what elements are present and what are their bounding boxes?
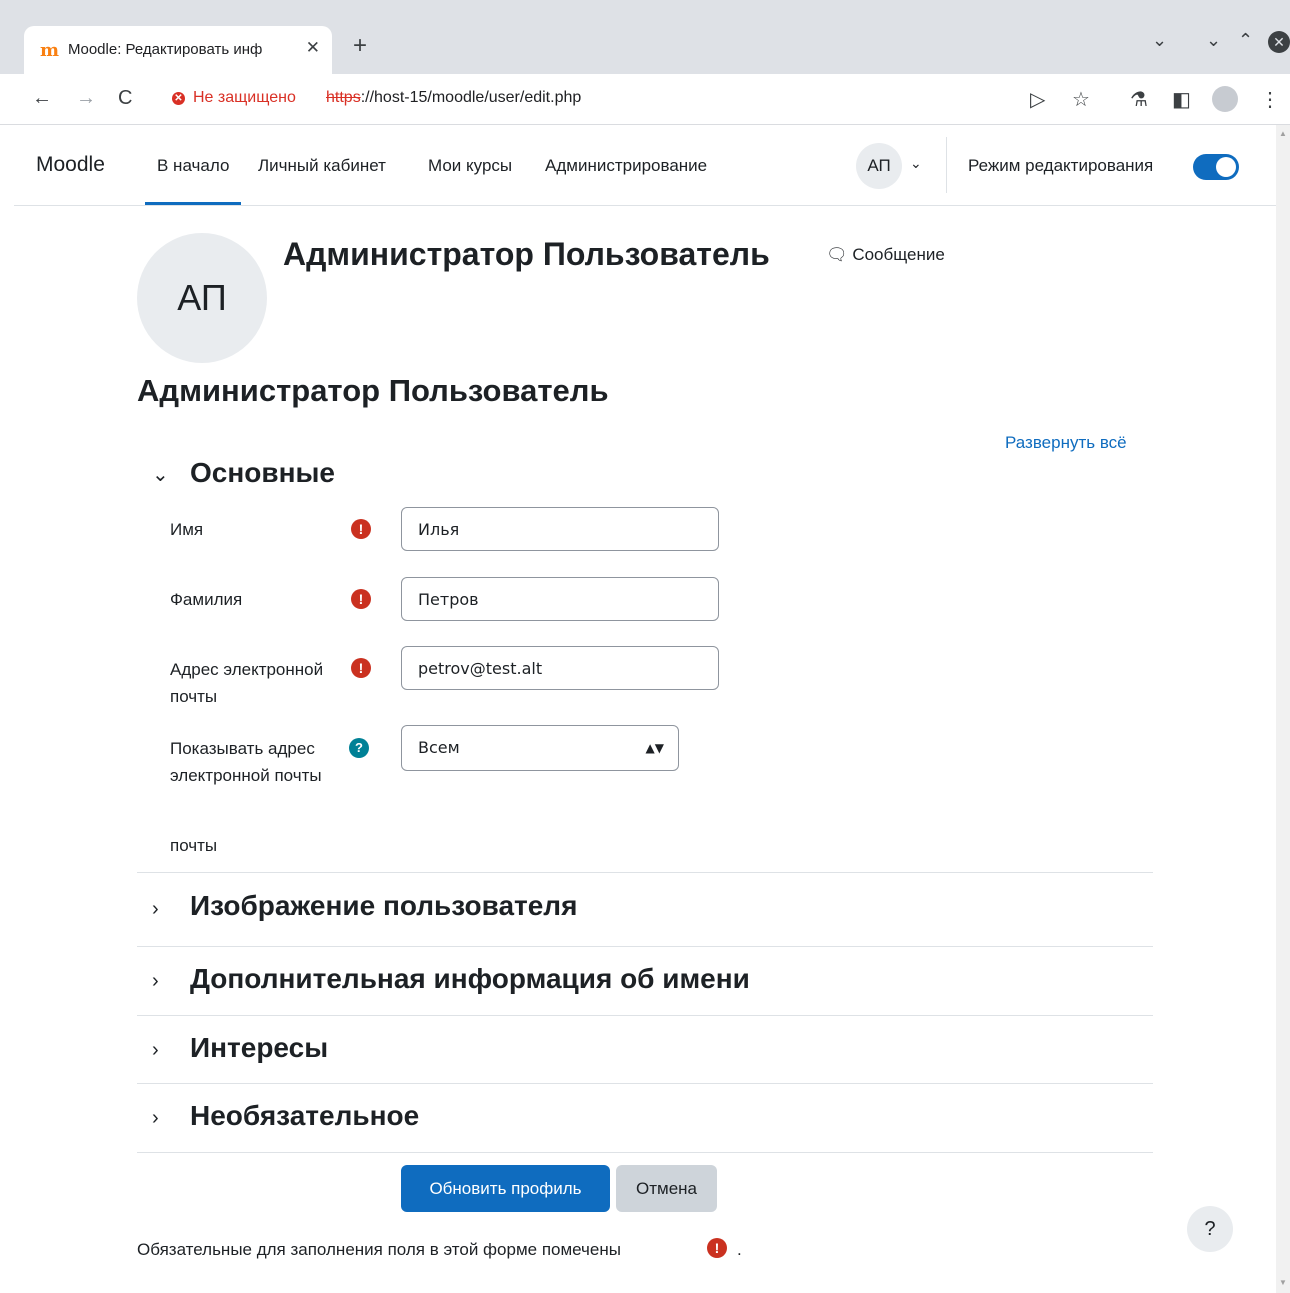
email-display-value: Всем [418, 738, 460, 757]
back-icon[interactable]: ← [32, 87, 52, 110]
first-name-label: Имя [170, 520, 204, 539]
divider [946, 137, 947, 193]
profile-avatar-icon[interactable] [1212, 86, 1238, 112]
email-input[interactable]: petrov@test.alt [401, 646, 719, 690]
section-general-title[interactable]: Основные [190, 457, 335, 489]
first-name-input[interactable]: Илья [401, 507, 719, 551]
nav-my-courses[interactable]: Мои курсы [428, 156, 512, 176]
edit-mode-toggle[interactable] [1193, 154, 1239, 180]
required-icon: ! [351, 658, 371, 678]
select-arrows-icon: ▲▼ [645, 741, 664, 755]
tab-search-icon[interactable]: ⌄ [1152, 30, 1167, 51]
email-label: Адрес электронной почты [170, 660, 324, 706]
scroll-down-icon[interactable]: ▼ [1279, 1278, 1287, 1287]
nav-dashboard[interactable]: Личный кабинет [258, 156, 386, 176]
last-name-input[interactable]: Петров [401, 577, 719, 621]
bookmark-star-icon[interactable]: ☆ [1072, 87, 1090, 112]
section-name-info-title[interactable]: Дополнительная информация об имени [190, 963, 750, 995]
divider [137, 1152, 1153, 1153]
email-display-label: Показывать адрес электронной почты [170, 739, 322, 785]
cancel-button[interactable]: Отмена [616, 1165, 717, 1212]
divider [137, 946, 1153, 947]
moodle-navbar: Moodle В начало Личный кабинет Мои курсы… [14, 125, 1276, 206]
menu-kebab-icon[interactable]: ⋮ [1260, 87, 1280, 112]
labs-flask-icon[interactable]: ⚗ [1130, 87, 1148, 112]
required-note: Обязательные для заполнения поля в этой … [137, 1240, 621, 1259]
tab-title: Moodle: Редактировать инф [68, 41, 263, 58]
page-heading: Администратор Пользователь [137, 373, 609, 408]
nav-administration[interactable]: Администрирование [545, 156, 707, 176]
chevron-right-icon[interactable]: › [152, 970, 159, 993]
section-user-picture-title[interactable]: Изображение пользователя [190, 890, 577, 922]
close-tab-icon[interactable]: ✕ [306, 38, 320, 58]
help-icon[interactable]: ? [349, 738, 369, 758]
browser-tab[interactable]: m Moodle: Редактировать инф ✕ [24, 26, 332, 74]
close-window-icon[interactable]: ✕ [1268, 31, 1290, 53]
divider [137, 1083, 1153, 1084]
minimize-icon[interactable]: ⌄ [1206, 30, 1221, 51]
side-panel-icon[interactable]: ◧ [1172, 87, 1191, 112]
url-path: ://host-15/moodle/user/edit.php [360, 89, 582, 106]
divider [137, 1015, 1153, 1016]
chevron-right-icon[interactable]: › [152, 898, 159, 921]
maximize-icon[interactable]: ⌃ [1238, 30, 1253, 51]
divider [137, 872, 1153, 873]
chevron-down-icon[interactable]: ⌄ [152, 462, 169, 487]
reload-icon[interactable]: C [118, 87, 132, 110]
user-fullname: Администратор Пользователь [283, 236, 770, 272]
nav-home[interactable]: В начало [144, 156, 242, 205]
browser-tabstrip: m Moodle: Редактировать инф ✕ + ⌄ ⌄ ⌃ ✕ [0, 0, 1290, 74]
section-optional-title[interactable]: Необязательное [190, 1100, 419, 1132]
message-label: Сообщение [852, 245, 945, 264]
message-button[interactable]: 🗨 Сообщение [826, 245, 945, 265]
user-avatar: АП [137, 233, 267, 363]
url-scheme: https [326, 89, 361, 106]
expand-all-link[interactable]: Развернуть всё [1005, 433, 1127, 453]
new-tab-button[interactable]: + [353, 32, 367, 60]
user-menu-avatar[interactable]: АП [856, 143, 902, 189]
update-profile-button[interactable]: Обновить профиль [401, 1165, 610, 1212]
chevron-right-icon[interactable]: › [152, 1039, 159, 1062]
browser-toolbar: ← → C ✕ Не защищено https://host-15/mood… [0, 74, 1290, 125]
required-icon: ! [707, 1238, 727, 1258]
required-note-end: . [737, 1240, 742, 1259]
required-icon: ! [351, 519, 371, 539]
section-interests-title[interactable]: Интересы [190, 1032, 328, 1064]
message-bubble-icon: 🗨 [826, 245, 848, 264]
chevron-right-icon[interactable]: › [152, 1107, 159, 1130]
page-scrollbar[interactable]: ▲ ▼ [1276, 125, 1290, 1293]
address-bar[interactable]: https://host-15/moodle/user/edit.php [326, 89, 581, 107]
send-icon[interactable]: ▷ [1030, 87, 1045, 112]
moodle-favicon-icon: m [40, 40, 60, 61]
required-icon: ! [351, 589, 371, 609]
not-secure-label[interactable]: Не защищено [193, 89, 296, 107]
brand-logo[interactable]: Moodle [36, 153, 105, 177]
edit-mode-label: Режим редактирования [968, 156, 1154, 175]
forward-icon[interactable]: → [76, 87, 96, 110]
scroll-up-icon[interactable]: ▲ [1279, 129, 1287, 138]
email-display-label-extra: почты [170, 836, 218, 855]
help-button[interactable]: ? [1187, 1206, 1233, 1252]
not-secure-icon[interactable]: ✕ [172, 92, 185, 105]
email-display-select[interactable]: Всем ▲▼ [401, 725, 679, 771]
last-name-label: Фамилия [170, 590, 243, 609]
chevron-down-icon[interactable]: ⌄ [910, 155, 922, 172]
